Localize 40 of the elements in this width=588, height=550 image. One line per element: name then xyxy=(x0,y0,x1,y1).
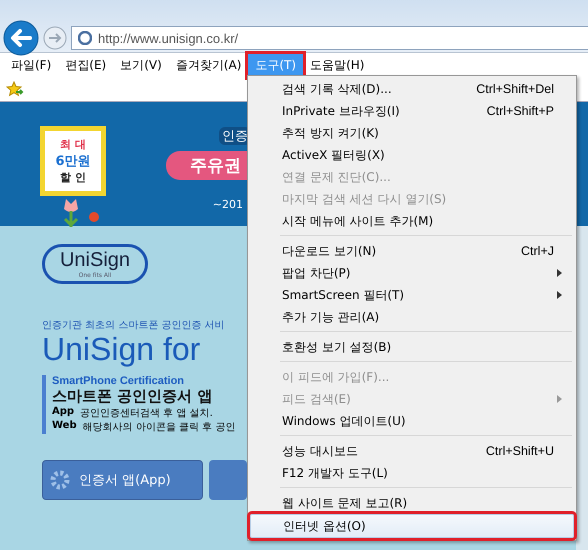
menu-item[interactable]: SmartScreen 필터(T) xyxy=(250,284,574,306)
menu-item[interactable]: 웹 사이트 문제 보고(R) xyxy=(250,492,574,514)
menu-item[interactable]: Windows 업데이트(U) xyxy=(250,410,574,432)
menu-item[interactable]: 팝업 차단(P) xyxy=(250,262,574,284)
button-background xyxy=(208,460,247,500)
badge-text: 할 인 xyxy=(60,170,86,185)
menu-bar-item[interactable]: 편집(E) xyxy=(58,54,114,76)
banner-date: ~201 xyxy=(212,198,243,211)
menu-item[interactable]: ActiveX 필터링(X) xyxy=(250,144,574,166)
badge-text: 6만원 xyxy=(55,153,91,170)
site-icon xyxy=(78,31,92,45)
menu-bar-item[interactable]: 보기(V) xyxy=(113,54,169,76)
back-button[interactable] xyxy=(3,20,39,56)
menu-item[interactable]: 인터넷 옵션(O) xyxy=(250,514,574,538)
step-text: 해당회사의 아이콘을 클릭 후 공인 xyxy=(82,421,236,434)
step-label: Web xyxy=(52,420,77,434)
menu-bar-item[interactable]: 도움말(H) xyxy=(303,54,372,76)
forward-button[interactable] xyxy=(43,26,67,50)
subtitle: SmartPhone Certification xyxy=(52,375,186,388)
menu-bar-item[interactable]: 즐겨찾기(A) xyxy=(168,54,248,76)
menu-item[interactable]: 추가 기능 관리(A) xyxy=(250,306,574,328)
gear-icon xyxy=(49,469,71,492)
menu-bar-item[interactable]: 파일(F) xyxy=(4,54,58,76)
intro-text: 인증기관 최초의 스마트폰 공인인증 서비 xyxy=(42,319,226,332)
headline: UniSign for xyxy=(42,332,202,368)
menu-item[interactable]: 검색 기록 삭제(D)... Ctrl+Shift+Del xyxy=(250,78,574,100)
favorites-star-icon[interactable] xyxy=(6,81,24,97)
menu-item[interactable]: F12 개발자 도구(L) xyxy=(250,462,574,484)
menu-item[interactable]: 추적 방지 켜기(K) xyxy=(250,122,574,144)
step-text: 공인인증센터검색 후 앱 설치. xyxy=(80,407,213,420)
app-guide-button[interactable]: 인증서 앱(App) xyxy=(42,460,203,500)
menu-item[interactable]: InPrivate 브라우징(I) Ctrl+Shift+P xyxy=(250,100,574,122)
step-label: App xyxy=(52,406,74,420)
title: 스마트폰 공인인증서 앱 xyxy=(52,387,214,406)
menu-item[interactable]: 시작 메뉴에 사이트 추가(M) xyxy=(250,210,574,232)
menu-item[interactable]: 성능 대시보드 Ctrl+Shift+U xyxy=(250,440,574,462)
address-field[interactable]: http://www.unisign.co.kr/ xyxy=(71,26,588,50)
menu-item[interactable]: 호환성 보기 설정(B) xyxy=(250,336,574,358)
badge-text: 최 대 xyxy=(60,137,86,152)
menu-item[interactable]: 다운로드 보기(N) Ctrl+J xyxy=(250,240,574,262)
